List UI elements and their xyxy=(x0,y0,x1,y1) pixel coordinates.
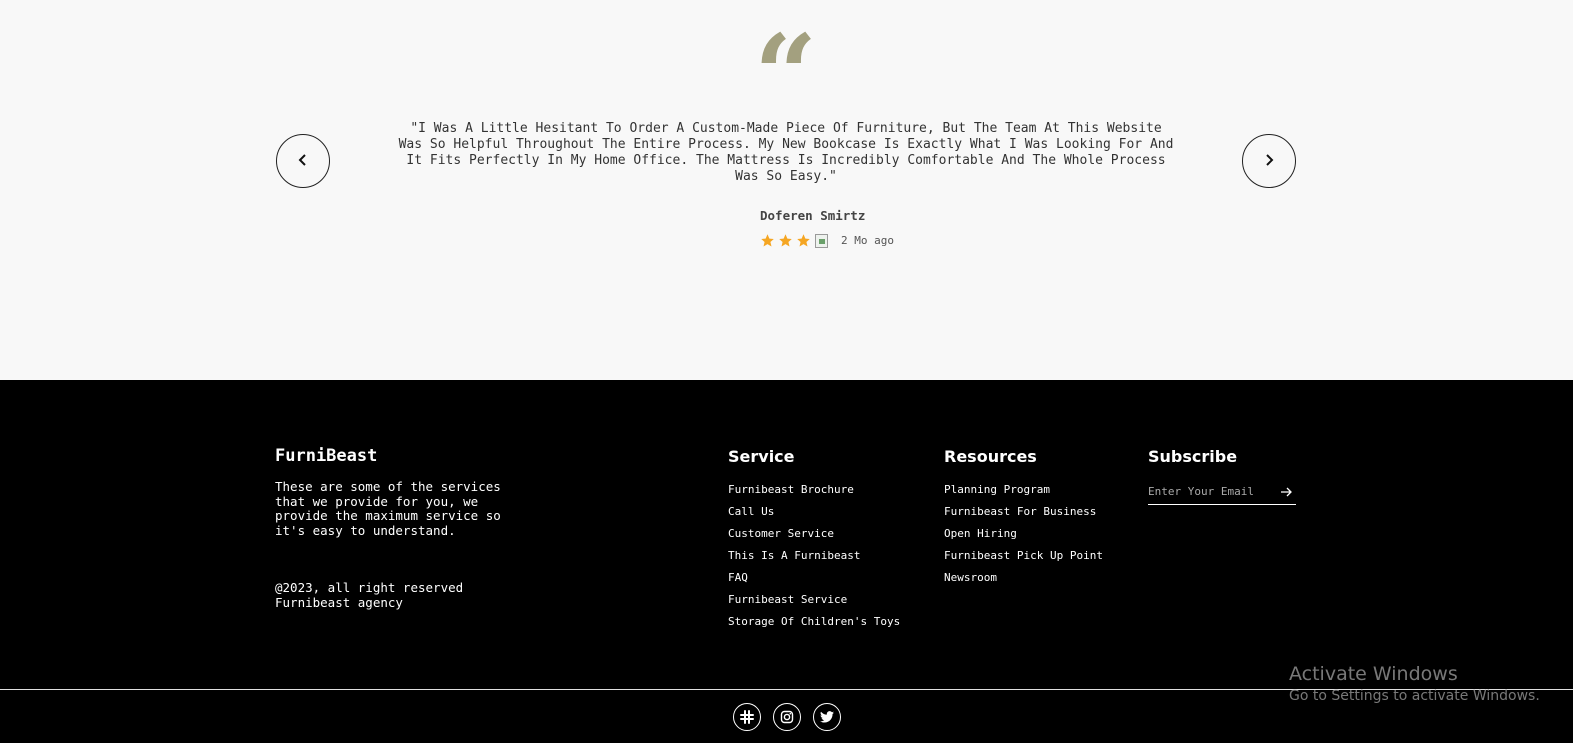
service-link[interactable]: Call Us xyxy=(728,505,900,527)
service-link[interactable]: Storage Of Children's Toys xyxy=(728,615,900,637)
testimonial-section: “ "I Was A Little Hesitant To Order A Cu… xyxy=(0,0,1573,380)
broken-image-icon xyxy=(815,233,828,248)
quote-mark-icon: “ xyxy=(754,10,818,139)
service-link[interactable]: Furnibeast Brochure xyxy=(728,483,900,505)
watermark-title: Activate Windows xyxy=(1289,663,1458,685)
copyright: @2023, all right reserved Furnibeast age… xyxy=(275,580,515,610)
subscribe-title: Subscribe xyxy=(1148,447,1238,466)
chevron-left-icon xyxy=(296,153,310,170)
copyright-line: @2023, all right reserved xyxy=(275,580,464,595)
service-link[interactable]: FAQ xyxy=(728,571,900,593)
service-link[interactable]: Customer Service xyxy=(728,527,900,549)
email-input[interactable] xyxy=(1148,485,1268,498)
windows-activation-watermark: Activate Windows Go to Settings to activ… xyxy=(1289,663,1540,706)
review-time: 2 Mo ago xyxy=(841,234,894,247)
star-rating: 2 Mo ago xyxy=(760,233,894,248)
resources-link[interactable]: Furnibeast Pick Up Point xyxy=(944,549,1103,571)
twitter-icon[interactable] xyxy=(813,703,841,731)
social-links xyxy=(733,703,841,731)
previous-testimonial-button[interactable] xyxy=(276,134,330,188)
resources-link[interactable]: Open Hiring xyxy=(944,527,1103,549)
star-icon xyxy=(760,233,775,248)
chevron-right-icon xyxy=(1262,153,1276,170)
service-title: Service xyxy=(728,447,795,466)
testimonial-text: "I Was A Little Hesitant To Order A Cust… xyxy=(398,121,1174,184)
watermark-subtitle: Go to Settings to activate Windows. xyxy=(1289,688,1540,704)
resources-link[interactable]: Furnibeast For Business xyxy=(944,505,1103,527)
instagram-icon[interactable] xyxy=(773,703,801,731)
next-testimonial-button[interactable] xyxy=(1242,134,1296,188)
resources-link[interactable]: Newsroom xyxy=(944,571,1103,593)
star-icon xyxy=(796,233,811,248)
subscribe-column: Subscribe xyxy=(1148,447,1296,505)
slack-icon[interactable] xyxy=(733,703,761,731)
star-icon xyxy=(778,233,793,248)
copyright-agency: Furnibeast agency xyxy=(275,594,403,610)
resources-title: Resources xyxy=(944,447,1037,466)
resources-column: Resources Planning Program Furnibeast Fo… xyxy=(944,447,1103,593)
service-column: Service Furnibeast Brochure Call Us Cust… xyxy=(728,447,900,637)
service-link[interactable]: This Is A Furnibeast xyxy=(728,549,900,571)
resources-link[interactable]: Planning Program xyxy=(944,483,1103,505)
service-link[interactable]: Furnibeast Service xyxy=(728,593,900,615)
footer-description: These are some of the services that we p… xyxy=(275,479,501,538)
testimonial-author: Doferen Smirtz xyxy=(760,208,866,223)
arrow-right-icon[interactable] xyxy=(1278,483,1296,501)
footer-brand: FurniBeast xyxy=(275,446,378,466)
subscribe-form xyxy=(1148,479,1296,505)
